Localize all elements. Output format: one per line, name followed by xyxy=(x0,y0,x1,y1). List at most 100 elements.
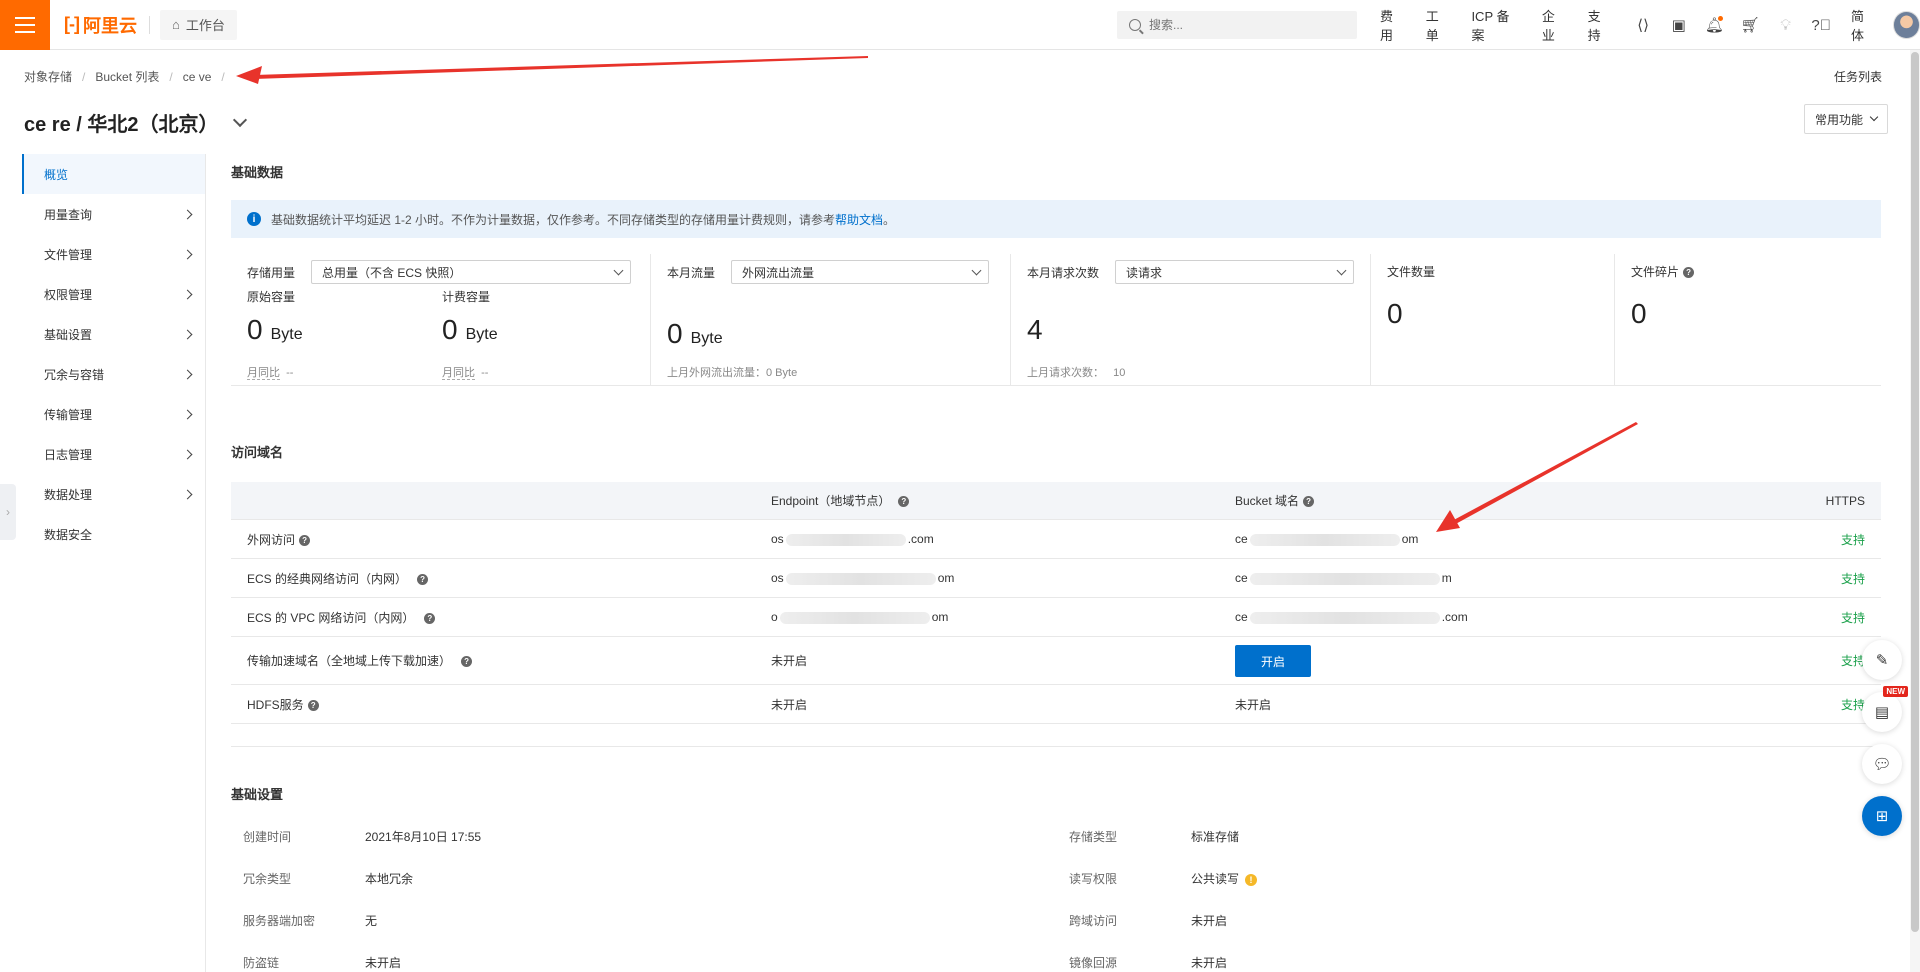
sidebar-item-data-processing[interactable]: 数据处理 xyxy=(22,474,205,514)
edit-feedback-button[interactable]: ✎ xyxy=(1862,640,1902,680)
sidebar-item-redundancy[interactable]: 冗余与容错 xyxy=(22,354,205,394)
search-box[interactable] xyxy=(1117,11,1357,39)
table-row: 传输加速域名（全地域上传下载加速）? 未开启 开启 支持 xyxy=(231,637,1881,685)
redacted-text xyxy=(785,533,906,546)
storage-usage-select[interactable]: 总用量（不含 ECS 快照） xyxy=(311,260,632,284)
setting-redundancy: 冗余类型 本地冗余 xyxy=(243,870,413,887)
help-icon[interactable]: ?⃝ xyxy=(1811,15,1831,35)
sidebar-item-label: 传输管理 xyxy=(44,407,93,422)
request-type-select[interactable]: 读请求 xyxy=(1115,260,1354,284)
help-doc-link[interactable]: 帮助文档 xyxy=(835,211,883,228)
enable-acceleration-button[interactable]: 开启 xyxy=(1235,645,1311,677)
search-icon xyxy=(1129,19,1141,31)
sidebar-item-data-security[interactable]: 数据安全 xyxy=(22,514,205,554)
question-icon[interactable]: ? xyxy=(1683,266,1695,278)
sidebar-item-basic-settings[interactable]: 基础设置 xyxy=(22,314,205,354)
pencil-icon: ✎ xyxy=(1875,652,1889,669)
question-icon[interactable]: ? xyxy=(299,534,311,546)
sidebar-item-transfer[interactable]: 传输管理 xyxy=(22,394,205,434)
chevron-right-icon xyxy=(182,449,193,459)
unit: Byte xyxy=(690,330,723,347)
sidebar-item-label: 文件管理 xyxy=(44,247,93,262)
sidebar: 概览 用量查询 文件管理 权限管理 基础设置 冗余与容错 传输管理 日志管理 数… xyxy=(22,154,206,972)
cart-icon[interactable]: 🛒︎ xyxy=(1740,15,1760,35)
traffic-type-select[interactable]: 外网流出流量 xyxy=(731,260,990,284)
top-link-enterprise[interactable]: 企业 xyxy=(1542,6,1568,44)
traffic-value: 0 Byte xyxy=(667,318,723,350)
label: 外网访问 xyxy=(247,532,296,547)
code-icon[interactable]: ⟨⟩ xyxy=(1633,15,1653,35)
storage-usage-label: 存储用量 xyxy=(247,265,296,280)
key: 冗余类型 xyxy=(243,872,292,886)
chevron-right-icon xyxy=(182,249,193,259)
breadcrumb: 对象存储 / Bucket 列表 / ce ve / xyxy=(24,68,225,85)
workbench-button[interactable]: ⌂ 工作台 xyxy=(159,9,237,40)
unit: Byte xyxy=(465,326,498,343)
setting-created-time: 创建时间 2021年8月10日 17:55 xyxy=(243,828,481,845)
aliyun-logo[interactable]: [-] 阿里云 xyxy=(64,12,137,38)
setting-cors: 跨域访问 未开启 xyxy=(1069,912,1227,929)
sidebar-item-logs[interactable]: 日志管理 xyxy=(22,434,205,474)
mom-value: -- xyxy=(286,367,294,379)
question-icon[interactable]: ? xyxy=(417,573,429,585)
avatar[interactable] xyxy=(1892,11,1920,39)
bell-icon[interactable]: 🔔︎ xyxy=(1705,15,1725,35)
common-functions-label: 常用功能 xyxy=(1814,112,1863,127)
book-icon: ▤ xyxy=(1874,704,1890,721)
apps-button[interactable]: ⊞ xyxy=(1862,796,1902,836)
top-link-ticket[interactable]: 工单 xyxy=(1426,6,1452,44)
row-name: ECS 的经典网络访问（内网）? xyxy=(247,570,429,587)
text: .com xyxy=(1441,610,1468,624)
breadcrumb-oss[interactable]: 对象存储 xyxy=(24,68,72,85)
sidebar-item-files[interactable]: 文件管理 xyxy=(22,234,205,274)
chevron-right-icon xyxy=(182,209,193,219)
text: os xyxy=(771,571,784,585)
monthly-traffic-label: 本月流量 xyxy=(667,265,716,280)
value: 本地冗余 xyxy=(365,872,414,886)
chat-icon: 💬︎ xyxy=(1872,756,1892,773)
hdfs-bucket-status: 未开启 xyxy=(1235,697,1272,712)
search-input[interactable] xyxy=(1149,18,1349,32)
header-label: Bucket 域名 xyxy=(1235,494,1300,508)
value: 公共读写 xyxy=(1191,872,1240,886)
sidebar-item-overview[interactable]: 概览 xyxy=(22,154,205,194)
value: 无 xyxy=(365,914,378,928)
hamburger-menu-button[interactable] xyxy=(0,0,50,50)
top-link-support[interactable]: 支持 xyxy=(1588,6,1614,44)
warning-icon[interactable]: ! xyxy=(1245,873,1258,886)
task-list-link[interactable]: 任务列表 xyxy=(1834,68,1882,85)
whats-new-button[interactable]: ▤ NEW xyxy=(1862,686,1908,732)
page-title[interactable]: ce re / 华北2（北京） xyxy=(24,108,247,137)
common-functions-dropdown[interactable]: 常用功能 xyxy=(1803,104,1888,134)
logo-text: 阿里云 xyxy=(82,15,137,36)
file-fragments-value: 0 xyxy=(1631,298,1647,329)
question-icon[interactable]: ? xyxy=(898,496,910,508)
chat-button[interactable]: 💬︎ xyxy=(1862,744,1902,784)
top-link-billing[interactable]: 费用 xyxy=(1380,6,1406,44)
breadcrumb-bucket-list[interactable]: Bucket 列表 xyxy=(95,68,159,85)
chevron-down-icon[interactable] xyxy=(232,112,247,128)
terminal-icon[interactable]: ▣ xyxy=(1669,15,1689,35)
question-icon[interactable]: ? xyxy=(307,699,319,711)
key: 读写权限 xyxy=(1069,872,1118,886)
lightbulb-icon[interactable]: 💡︎ xyxy=(1776,15,1796,35)
sidebar-item-permissions[interactable]: 权限管理 xyxy=(22,274,205,314)
top-link-icp[interactable]: ICP 备案 xyxy=(1471,6,1521,44)
mom-label: 月同比 xyxy=(442,367,475,380)
billed-capacity-label: 计费容量 xyxy=(442,290,491,304)
sidebar-item-usage[interactable]: 用量查询 xyxy=(22,194,205,234)
text: om xyxy=(931,610,949,624)
endpoint-header: Endpoint（地域节点）? xyxy=(771,492,910,509)
question-icon[interactable]: ? xyxy=(461,656,473,668)
question-icon[interactable]: ? xyxy=(424,612,436,624)
scrollbar-thumb[interactable] xyxy=(1911,52,1919,932)
language-switch[interactable]: 简体 xyxy=(1851,6,1877,44)
sidebar-toggle-handle[interactable]: › xyxy=(0,484,16,540)
value: 0 xyxy=(442,314,458,345)
divider xyxy=(231,746,1881,747)
sidebar-item-label: 数据处理 xyxy=(44,487,93,502)
sidebar-item-label: 冗余与容错 xyxy=(44,367,105,382)
stats-row: 存储用量 总用量（不含 ECS 快照） 原始容量 0 Byte 月同比 -- 计费… xyxy=(231,254,1881,386)
endpoint-value: os .com xyxy=(771,532,934,546)
question-icon[interactable]: ? xyxy=(1303,496,1315,508)
